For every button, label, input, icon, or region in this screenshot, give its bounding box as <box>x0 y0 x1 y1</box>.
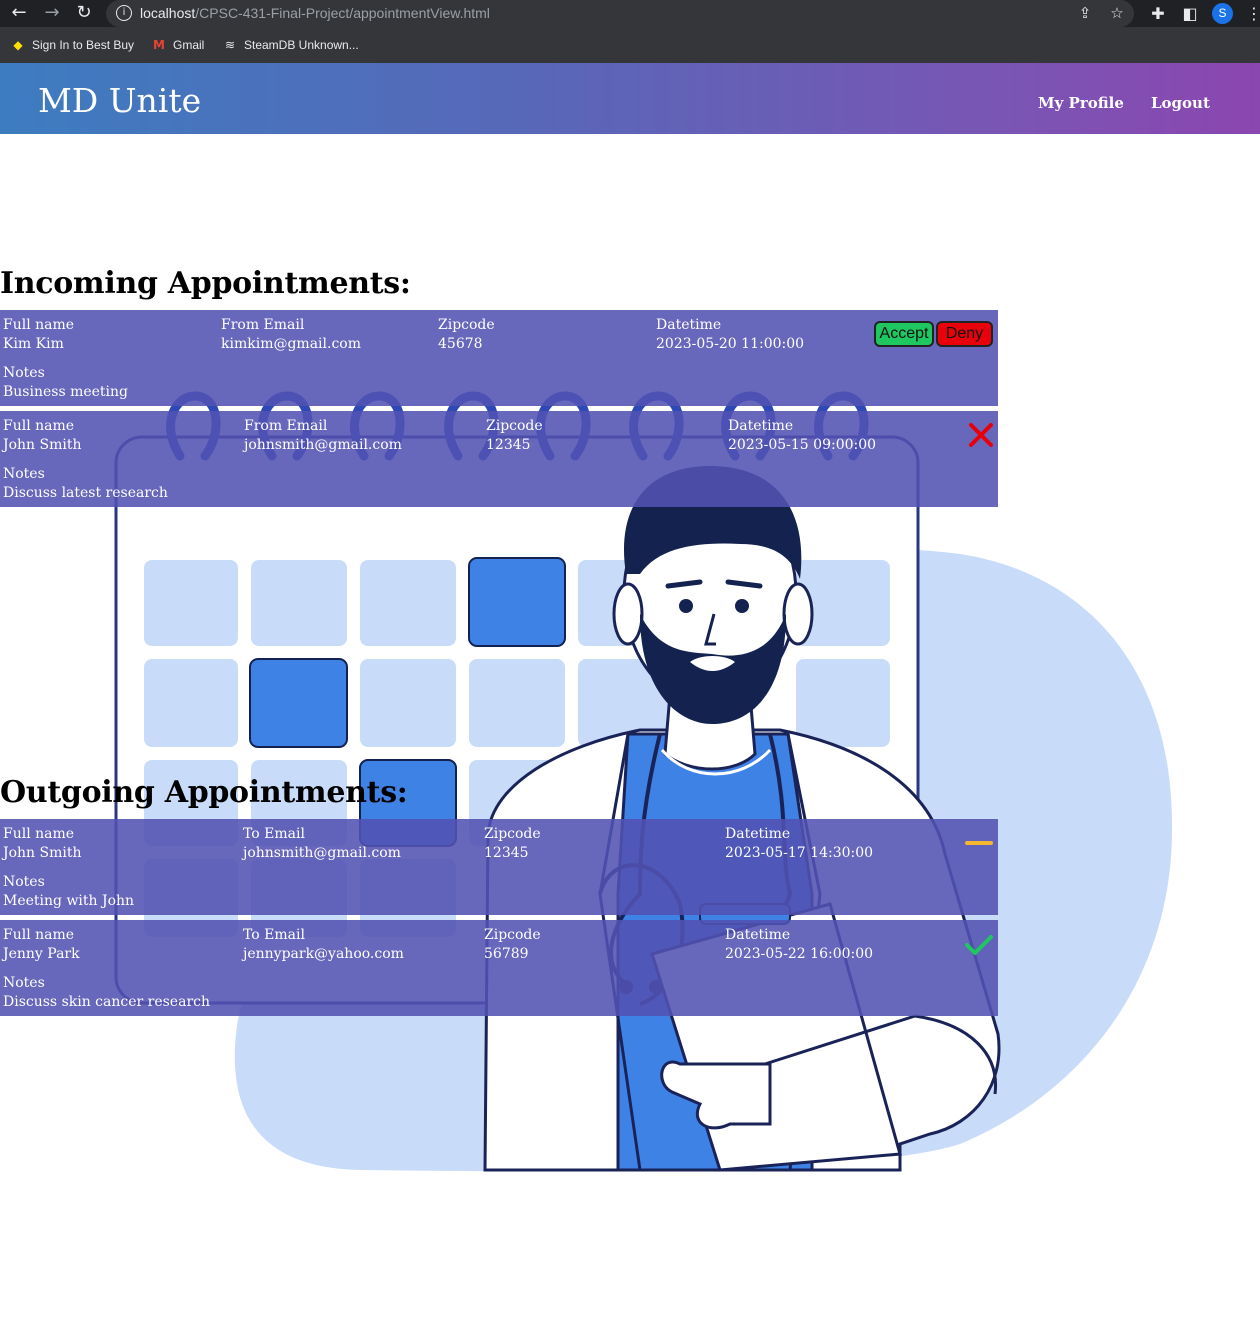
email-field: From Email johnsmith@gmail.com <box>244 418 402 453</box>
browser-toolbar: ← → ↻ i localhost/CPSC-431-Final-Project… <box>0 0 1260 27</box>
bookmarks-bar: ◆ Sign In to Best Buy M Gmail ≋ SteamDB … <box>0 27 1260 63</box>
email-field: From Email kimkim@gmail.com <box>221 317 362 352</box>
profile-avatar[interactable]: S <box>1212 3 1233 24</box>
site-header: MD Unite My Profile Logout <box>0 63 1260 134</box>
datetime-field: Datetime 2023-05-17 14:30:00 <box>725 826 874 861</box>
site-info-icon[interactable]: i <box>116 5 132 21</box>
zipcode-field: Zipcode 56789 <box>484 927 541 962</box>
accepted-check-icon <box>965 935 993 955</box>
database-icon: ≋ <box>224 38 236 52</box>
name-field: Full name Kim Kim <box>3 317 75 352</box>
extensions-puzzle-icon[interactable]: ✚ <box>1148 4 1168 24</box>
full-name-value: John Smith <box>3 845 82 861</box>
notes-value: Discuss latest research <box>3 485 168 501</box>
side-panel-icon[interactable]: ◧ <box>1180 4 1200 24</box>
incoming-appointment-card: Full name John Smith From Email johnsmit… <box>0 411 998 507</box>
datetime-value: 2023-05-20 11:00:00 <box>656 336 805 352</box>
datetime-field: Datetime 2023-05-15 09:00:00 <box>728 418 877 453</box>
zipcode-field: Zipcode 45678 <box>438 317 495 352</box>
datetime-field: Datetime 2023-05-20 11:00:00 <box>656 317 805 352</box>
email-value: jennypark@yahoo.com <box>243 946 404 962</box>
zipcode-value: 56789 <box>484 946 529 962</box>
url-text[interactable]: localhost/CPSC-431-Final-Project/appoint… <box>140 5 490 21</box>
incoming-title: Incoming Appointments: <box>0 266 411 301</box>
notes-field: Notes Business meeting <box>3 365 129 400</box>
name-field: Full name Jenny Park <box>3 927 80 962</box>
bookmark-gmail[interactable]: M Gmail <box>152 27 204 63</box>
email-field: To Email jennypark@yahoo.com <box>243 927 404 962</box>
zipcode-value: 12345 <box>486 437 531 453</box>
email-field: To Email johnsmith@gmail.com <box>243 826 401 861</box>
email-value: johnsmith@gmail.com <box>243 845 401 861</box>
denied-x-icon <box>969 423 993 447</box>
full-name-value: John Smith <box>3 437 82 453</box>
brand-logo-text[interactable]: MD Unite <box>38 81 201 120</box>
zipcode-field: Zipcode 12345 <box>486 418 543 453</box>
back-arrow-icon[interactable]: ← <box>8 3 30 23</box>
outgoing-appointment-card: Full name Jenny Park To Email jennypark@… <box>0 920 998 1016</box>
bookmark-best-buy[interactable]: ◆ Sign In to Best Buy <box>11 27 134 63</box>
deny-button[interactable]: Deny <box>936 321 993 347</box>
pending-dash-icon <box>965 841 993 845</box>
accept-button[interactable]: Accept <box>874 321 934 347</box>
tag-icon: ◆ <box>13 38 23 52</box>
email-value: johnsmith@gmail.com <box>244 437 402 453</box>
notes-value: Discuss skin cancer research <box>3 994 210 1010</box>
outgoing-title: Outgoing Appointments: <box>0 775 408 810</box>
zipcode-value: 45678 <box>438 336 483 352</box>
nav-logout[interactable]: Logout <box>1151 94 1210 112</box>
address-bar[interactable]: i localhost/CPSC-431-Final-Project/appoi… <box>106 0 1134 27</box>
bookmark-steamdb[interactable]: ≋ SteamDB Unknown... <box>223 27 359 63</box>
share-icon[interactable]: ⇪ <box>1076 4 1094 22</box>
notes-field: Notes Discuss latest research <box>3 466 168 501</box>
incoming-appointment-card: Full name Kim Kim From Email kimkim@gmai… <box>0 310 998 406</box>
datetime-field: Datetime 2023-05-22 16:00:00 <box>725 927 874 962</box>
notes-value: Business meeting <box>3 384 129 400</box>
menu-kebab-icon[interactable]: ⋮ <box>1244 4 1260 24</box>
notes-field: Notes Meeting with John <box>3 874 135 909</box>
full-name-value: Kim Kim <box>3 336 64 352</box>
email-value: kimkim@gmail.com <box>221 336 362 352</box>
bookmark-star-icon[interactable]: ☆ <box>1108 4 1126 22</box>
name-field: Full name John Smith <box>3 826 82 861</box>
outgoing-appointment-card: Full name John Smith To Email johnsmith@… <box>0 819 998 915</box>
zipcode-field: Zipcode 12345 <box>484 826 541 861</box>
notes-value: Meeting with John <box>3 893 135 909</box>
full-name-value: Jenny Park <box>3 946 80 962</box>
datetime-value: 2023-05-15 09:00:00 <box>728 437 877 453</box>
gmail-icon: M <box>153 38 165 52</box>
reload-icon[interactable]: ↻ <box>73 3 95 23</box>
datetime-value: 2023-05-17 14:30:00 <box>725 845 874 861</box>
name-field: Full name John Smith <box>3 418 82 453</box>
notes-field: Notes Discuss skin cancer research <box>3 975 210 1010</box>
nav-my-profile[interactable]: My Profile <box>1038 94 1124 112</box>
zipcode-value: 12345 <box>484 845 529 861</box>
datetime-value: 2023-05-22 16:00:00 <box>725 946 874 962</box>
forward-arrow-icon[interactable]: → <box>41 3 63 23</box>
